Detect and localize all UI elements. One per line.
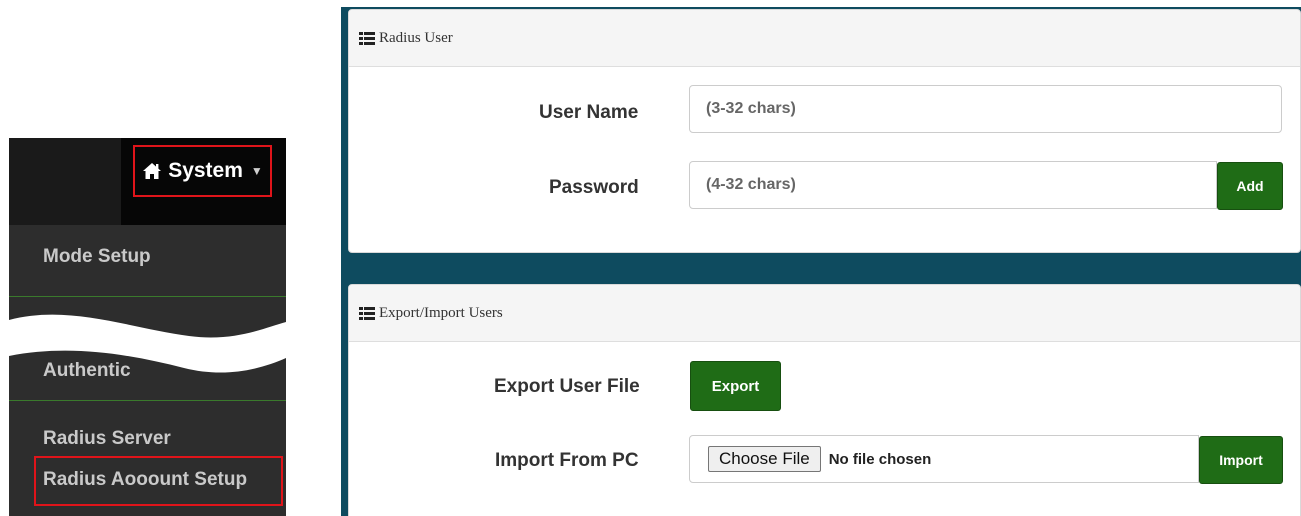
home-icon	[143, 163, 162, 179]
panel-title: Radius User	[379, 29, 453, 46]
settings-area: Radius User User Name Password Add Expor…	[341, 7, 1301, 516]
import-from-pc-label: Import From PC	[495, 450, 639, 471]
username-input[interactable]	[689, 85, 1282, 133]
panel-header: Export/Import Users	[349, 285, 1300, 342]
system-menu-label: System	[168, 159, 243, 182]
menu-divider	[9, 296, 286, 297]
menu-item-radius-account-setup[interactable]: Radius Aooount Setup	[43, 469, 247, 491]
export-user-file-label: Export User File	[494, 376, 640, 397]
username-label: User Name	[539, 102, 639, 123]
panel-title: Export/Import Users	[379, 304, 503, 321]
export-button[interactable]: Export	[690, 361, 781, 411]
menu-item-mode-setup[interactable]: Mode Setup	[43, 246, 151, 268]
password-input[interactable]	[689, 161, 1217, 209]
system-menu: System ▼ Mode Setup Authentic Radius Ser…	[9, 138, 286, 516]
choose-file-button[interactable]: Choose File	[708, 446, 821, 472]
add-button[interactable]: Add	[1217, 162, 1283, 210]
import-button[interactable]: Import	[1199, 436, 1283, 484]
system-menu-button[interactable]: System ▼	[133, 145, 272, 197]
file-status-text: No file chosen	[828, 450, 932, 468]
menu-item-radius-server[interactable]: Radius Server	[43, 428, 171, 450]
cut-wave-shape	[9, 314, 286, 373]
password-label: Password	[549, 177, 639, 198]
list-icon	[359, 31, 375, 45]
menu-divider	[9, 400, 286, 401]
chevron-down-icon: ▼	[250, 164, 263, 178]
list-icon	[359, 306, 375, 320]
radius-user-panel: Radius User User Name Password Add	[348, 9, 1301, 253]
export-import-panel: Export/Import Users Export User File Exp…	[348, 284, 1301, 516]
file-input: Choose File No file chosen	[689, 435, 1199, 483]
panel-header: Radius User	[349, 10, 1300, 67]
